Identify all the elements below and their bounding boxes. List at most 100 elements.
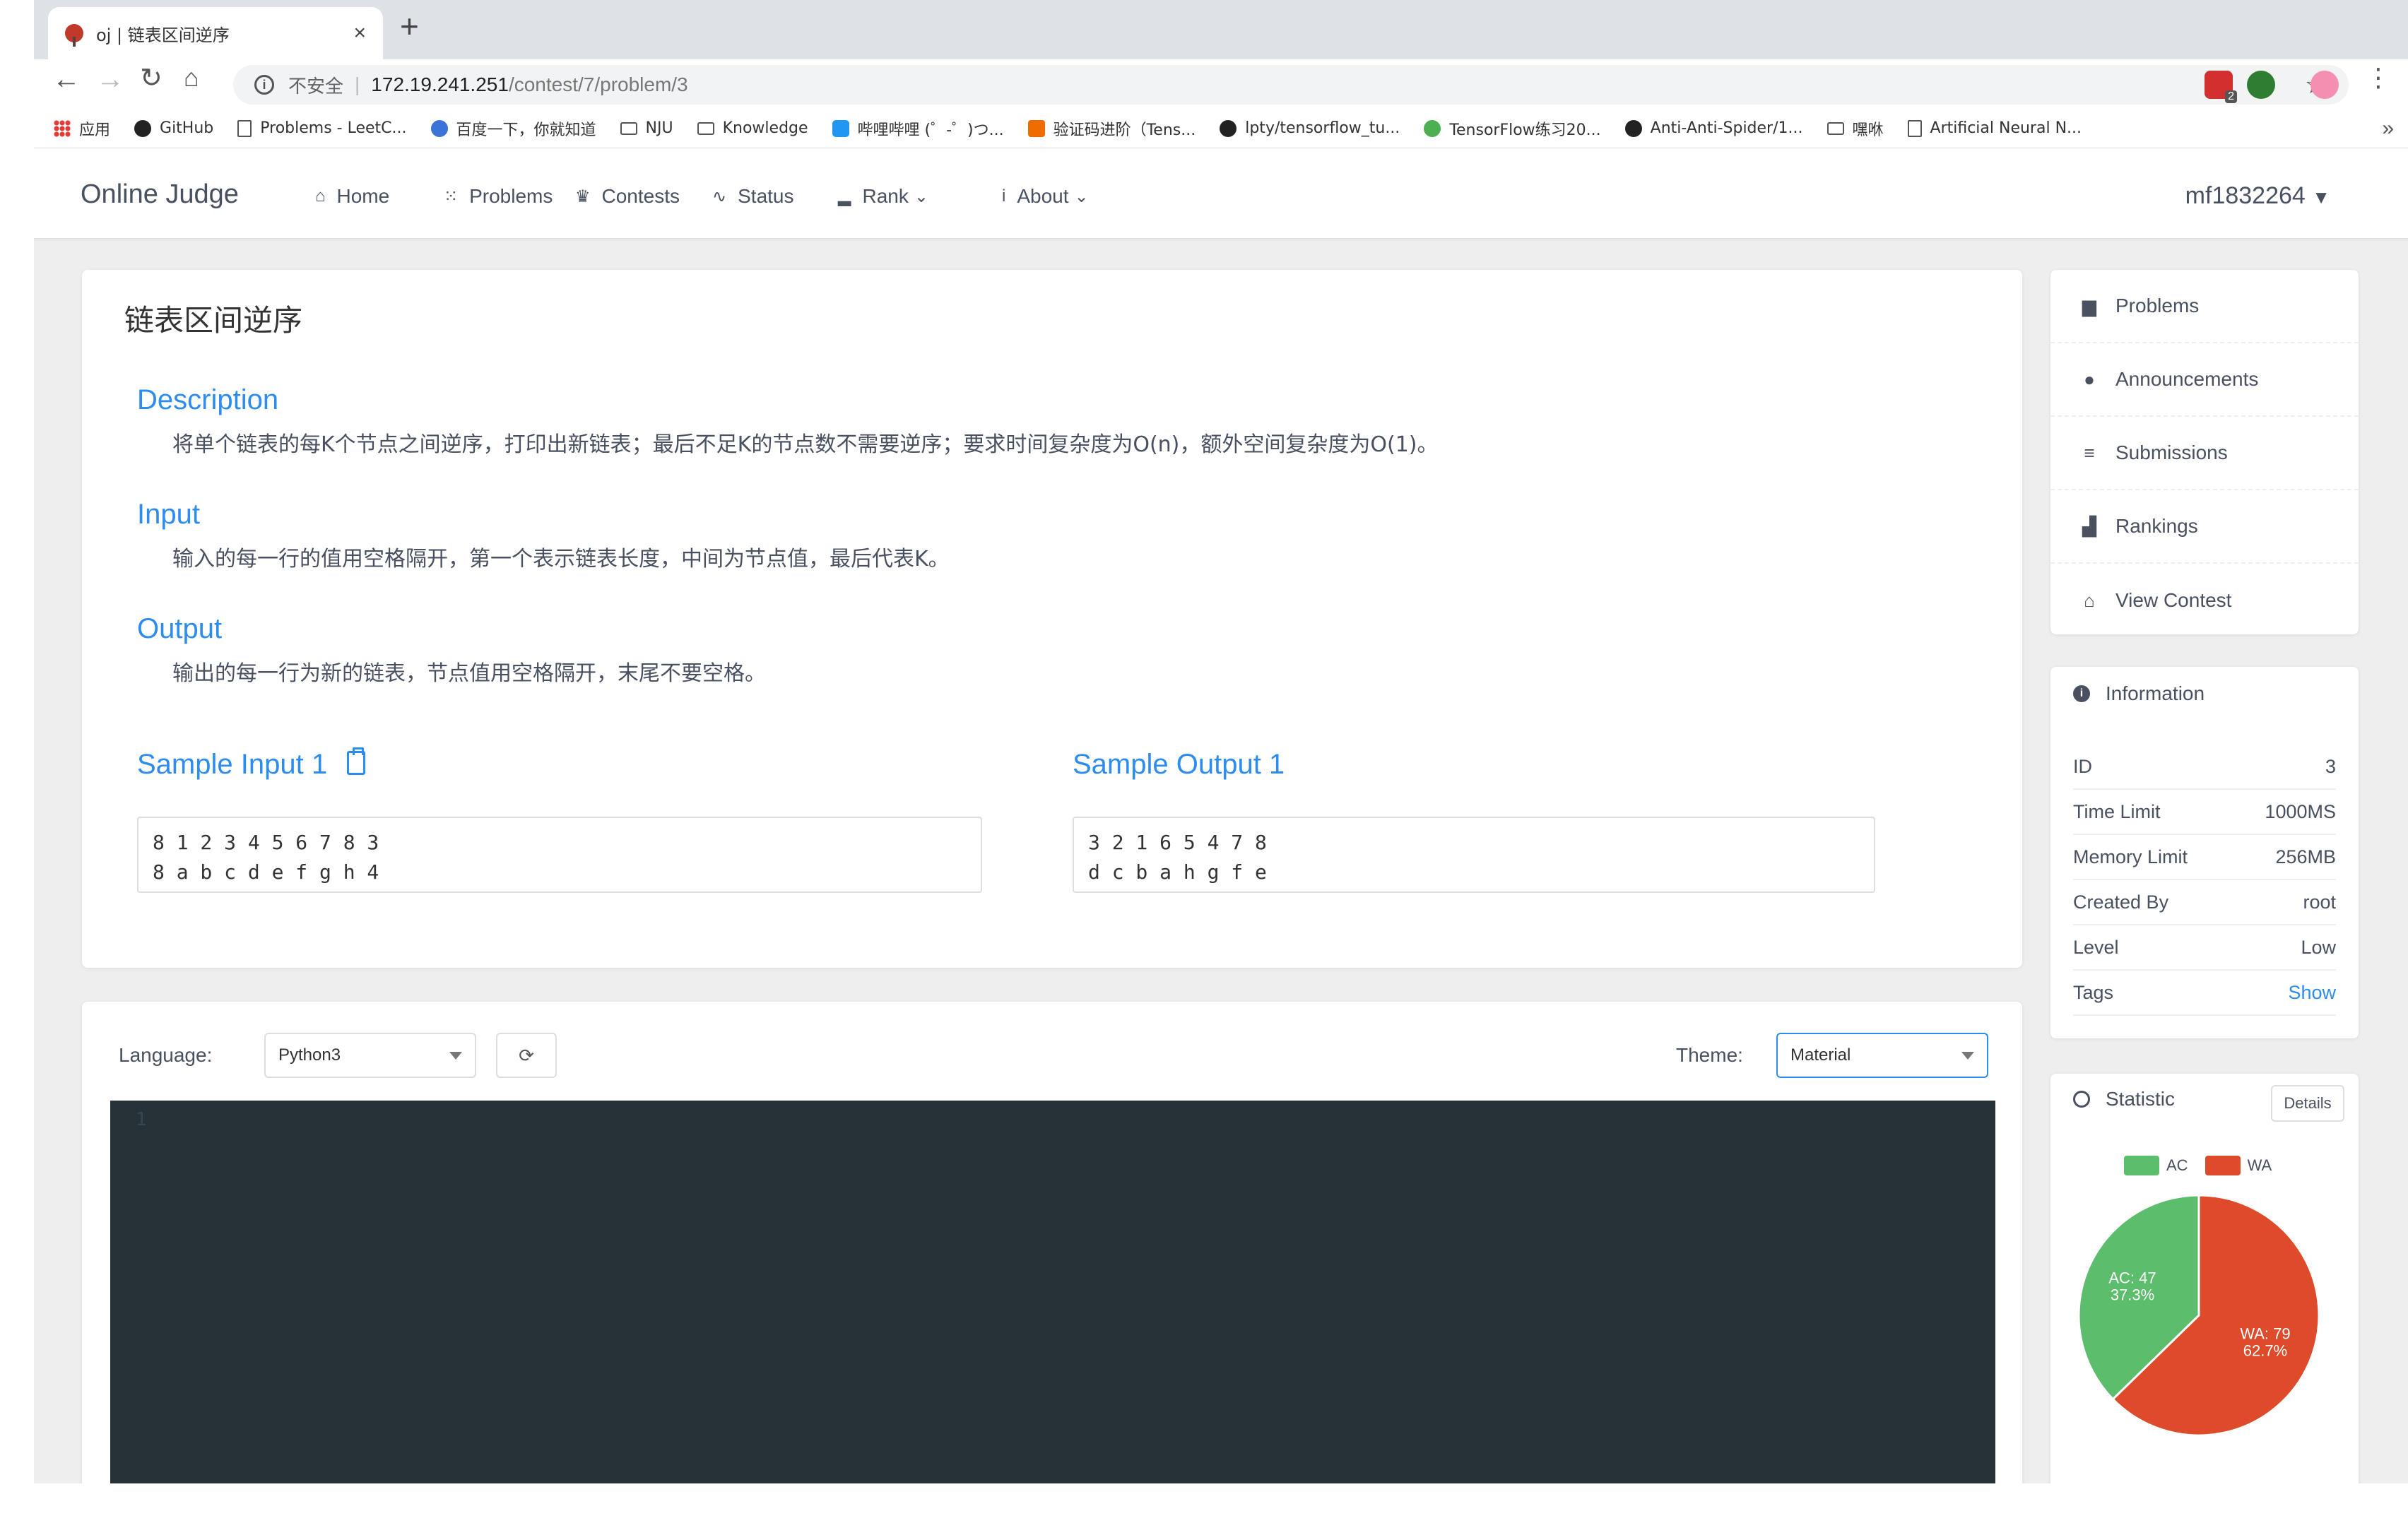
sample-input-title: Sample Input 1	[137, 749, 328, 780]
bookmark-label: 百度一下，你就知道	[456, 121, 596, 139]
sidebar-item-label: Rankings	[2115, 515, 2198, 537]
bookmark-label: TensorFlow练习20...	[1449, 121, 1601, 139]
browser-window: oj | 链表区间逆序 × + ← → ↻ ⌂ i 不安全 | 172.19.2…	[34, 0, 2408, 1483]
list-icon: ≡	[2084, 442, 2095, 463]
menu-dots-icon[interactable]: ⋮	[2366, 65, 2391, 90]
show-tags-link[interactable]: Show	[2288, 982, 2336, 1004]
sidebar-item-submissions[interactable]: ≡ Submissions	[2050, 417, 2359, 490]
tab-strip: oj | 链表区间逆序 × +	[34, 0, 2408, 59]
extension-mail-icon[interactable]: 2	[2205, 71, 2237, 103]
info-key: Tags	[2073, 981, 2114, 1003]
info-icon[interactable]: i	[254, 75, 274, 95]
screenshot-root: oj | 链表区间逆序 × + ← → ↻ ⌂ i 不安全 | 172.19.2…	[0, 0, 2408, 1523]
reload-icon[interactable]: ↻	[140, 65, 163, 92]
folder-icon	[620, 122, 637, 135]
info-value: 1000MS	[2265, 800, 2336, 822]
home-icon: ⌂	[315, 186, 326, 206]
sidebar-item-view-contest[interactable]: ⌂ View Contest	[2050, 564, 2359, 637]
bookmark-item[interactable]: 嘿咻	[1826, 117, 1884, 140]
bookmark-label: GitHub	[160, 119, 214, 137]
profile-avatar-icon[interactable]	[2310, 71, 2339, 99]
bookmark-label: 应用	[79, 121, 111, 139]
bookmark-item[interactable]: Anti-Anti-Spider/1...	[1624, 119, 1803, 137]
address-bar[interactable]: i 不安全 | 172.19.241.251/contest/7/problem…	[233, 65, 2349, 105]
bookmark-label: Problems - LeetC...	[260, 119, 407, 137]
refresh-icon: ⟳	[519, 1044, 534, 1066]
security-label: 不安全	[288, 76, 344, 97]
close-tab-icon[interactable]: ×	[353, 21, 366, 45]
information-title: Information	[2106, 682, 2205, 704]
bookmark-item[interactable]: GitHub	[134, 119, 213, 137]
nav-contests[interactable]: ♛ Contests	[575, 185, 680, 208]
home-icon[interactable]: ⌂	[184, 65, 199, 90]
language-select[interactable]: Python3	[264, 1033, 476, 1078]
bookmark-item[interactable]: Artificial Neural N...	[1907, 119, 2082, 137]
nav-rank[interactable]: ▂ Rank ⌄	[838, 185, 928, 208]
sidebar-item-problems[interactable]: ▆ Problems	[2050, 270, 2359, 343]
bookmark-item[interactable]: Problems - LeetC...	[237, 119, 407, 137]
stats-icon: ▟	[2082, 515, 2096, 537]
back-arrow-icon[interactable]: ←	[52, 65, 81, 93]
bookmark-item[interactable]: NJU	[620, 119, 673, 137]
info-value: 256MB	[2275, 846, 2336, 867]
code-editor[interactable]: 1	[110, 1101, 1995, 1483]
output-text: 输出的每一行为新的链表，节点值用空格隔开，末尾不要空格。	[172, 661, 766, 686]
problem-card: 链表区间逆序 Description 将单个链表的每K个节点之间逆序，打印出新链…	[82, 270, 2022, 968]
description-text: 将单个链表的每K个节点之间逆序，打印出新链表；最后不足K的节点数不需要逆序；要求…	[172, 432, 1439, 457]
clipboard-copy-icon[interactable]	[347, 747, 366, 776]
info-row-tags: Tags Show	[2073, 971, 2336, 1016]
legend-swatch-wa	[2205, 1156, 2241, 1175]
theme-select[interactable]: Material	[1776, 1033, 1988, 1078]
bookmark-item[interactable]: Knowledge	[697, 119, 808, 137]
forward-arrow-icon[interactable]: →	[96, 65, 124, 93]
page-icon	[1907, 119, 1922, 137]
apps-icon	[54, 119, 71, 137]
extension-g-icon[interactable]	[2247, 71, 2275, 99]
bookmark-label: Knowledge	[722, 119, 808, 137]
bookmark-label: 验证码进阶（Tens...	[1053, 121, 1196, 139]
pulse-icon: ∿	[712, 186, 727, 206]
info-circle-icon: i	[2073, 685, 2090, 702]
info-row-time-limit: Time Limit 1000MS	[2073, 790, 2336, 835]
bookmark-item[interactable]: lpty/tensorflow_tu...	[1220, 119, 1400, 137]
statistic-title: Statistic	[2106, 1088, 2176, 1110]
submission-pie-chart: WA: 7962.7% AC: 4737.3%	[2077, 1194, 2320, 1437]
bookmark-item[interactable]: 哔哩哔哩 (゜-゜)つ...	[832, 117, 1004, 140]
oj-app: Online Judge ⌂ Home ⁙ Problems ♛ Contests ∿ Sta…	[34, 148, 2408, 1483]
nav-problems[interactable]: ⁙ Problems	[444, 185, 553, 208]
site-logo[interactable]: Online Judge	[81, 179, 239, 210]
reset-code-button[interactable]: ⟳	[496, 1033, 557, 1078]
info-value: Low	[2301, 936, 2336, 958]
nav-label: Rank	[862, 185, 909, 207]
chart-legend: AC WA	[2124, 1156, 2272, 1175]
statistic-card: Statistic Details AC WA WA: 79 62.7% AC: 4…	[2050, 1074, 2359, 1483]
bookmark-item[interactable]: 百度一下，你就知道	[430, 117, 596, 140]
chat-icon: ●	[2084, 368, 2095, 390]
sidebar-item-rankings[interactable]: ▟ Rankings	[2050, 490, 2359, 564]
info-key: Memory Limit	[2073, 846, 2188, 867]
new-tab-icon[interactable]: +	[400, 10, 419, 42]
address-separator: |	[355, 73, 360, 95]
browser-tab[interactable]: oj | 链表区间逆序 ×	[48, 7, 383, 59]
nav-status[interactable]: ∿ Status	[712, 185, 794, 208]
code-editor-card: Language: Python3 ⟳ Theme: Material 1	[82, 1002, 2022, 1483]
chevron-down-icon: ⌄	[1074, 186, 1089, 206]
nav-home[interactable]: ⌂ Home	[315, 185, 389, 208]
info-key: Time Limit	[2073, 800, 2161, 822]
bookmarks-overflow-icon[interactable]: »	[2382, 117, 2394, 141]
nav-about[interactable]: i About ⌄	[1002, 185, 1089, 208]
line-number: 1	[136, 1109, 147, 1130]
bookmark-item[interactable]: 验证码进阶（Tens...	[1027, 117, 1196, 140]
sidebar-item-announcements[interactable]: ● Announcements	[2050, 343, 2359, 417]
information-card: i Information ID 3 Time Limit 1000MS Memory L…	[2050, 667, 2359, 1038]
bookmark-item[interactable]: 应用	[54, 117, 110, 140]
input-heading: Input	[137, 499, 200, 530]
tf-icon	[1027, 119, 1045, 137]
details-button[interactable]: Details	[2271, 1085, 2344, 1122]
legend-swatch-ac	[2124, 1156, 2159, 1175]
sidebar-item-label: View Contest	[2115, 589, 2232, 611]
bookmark-item[interactable]: TensorFlow练习20...	[1424, 117, 1601, 140]
nav-label: Status	[738, 185, 794, 207]
user-dropdown[interactable]: mf1832264 ▼	[2185, 182, 2330, 210]
folder-icon	[697, 122, 714, 135]
